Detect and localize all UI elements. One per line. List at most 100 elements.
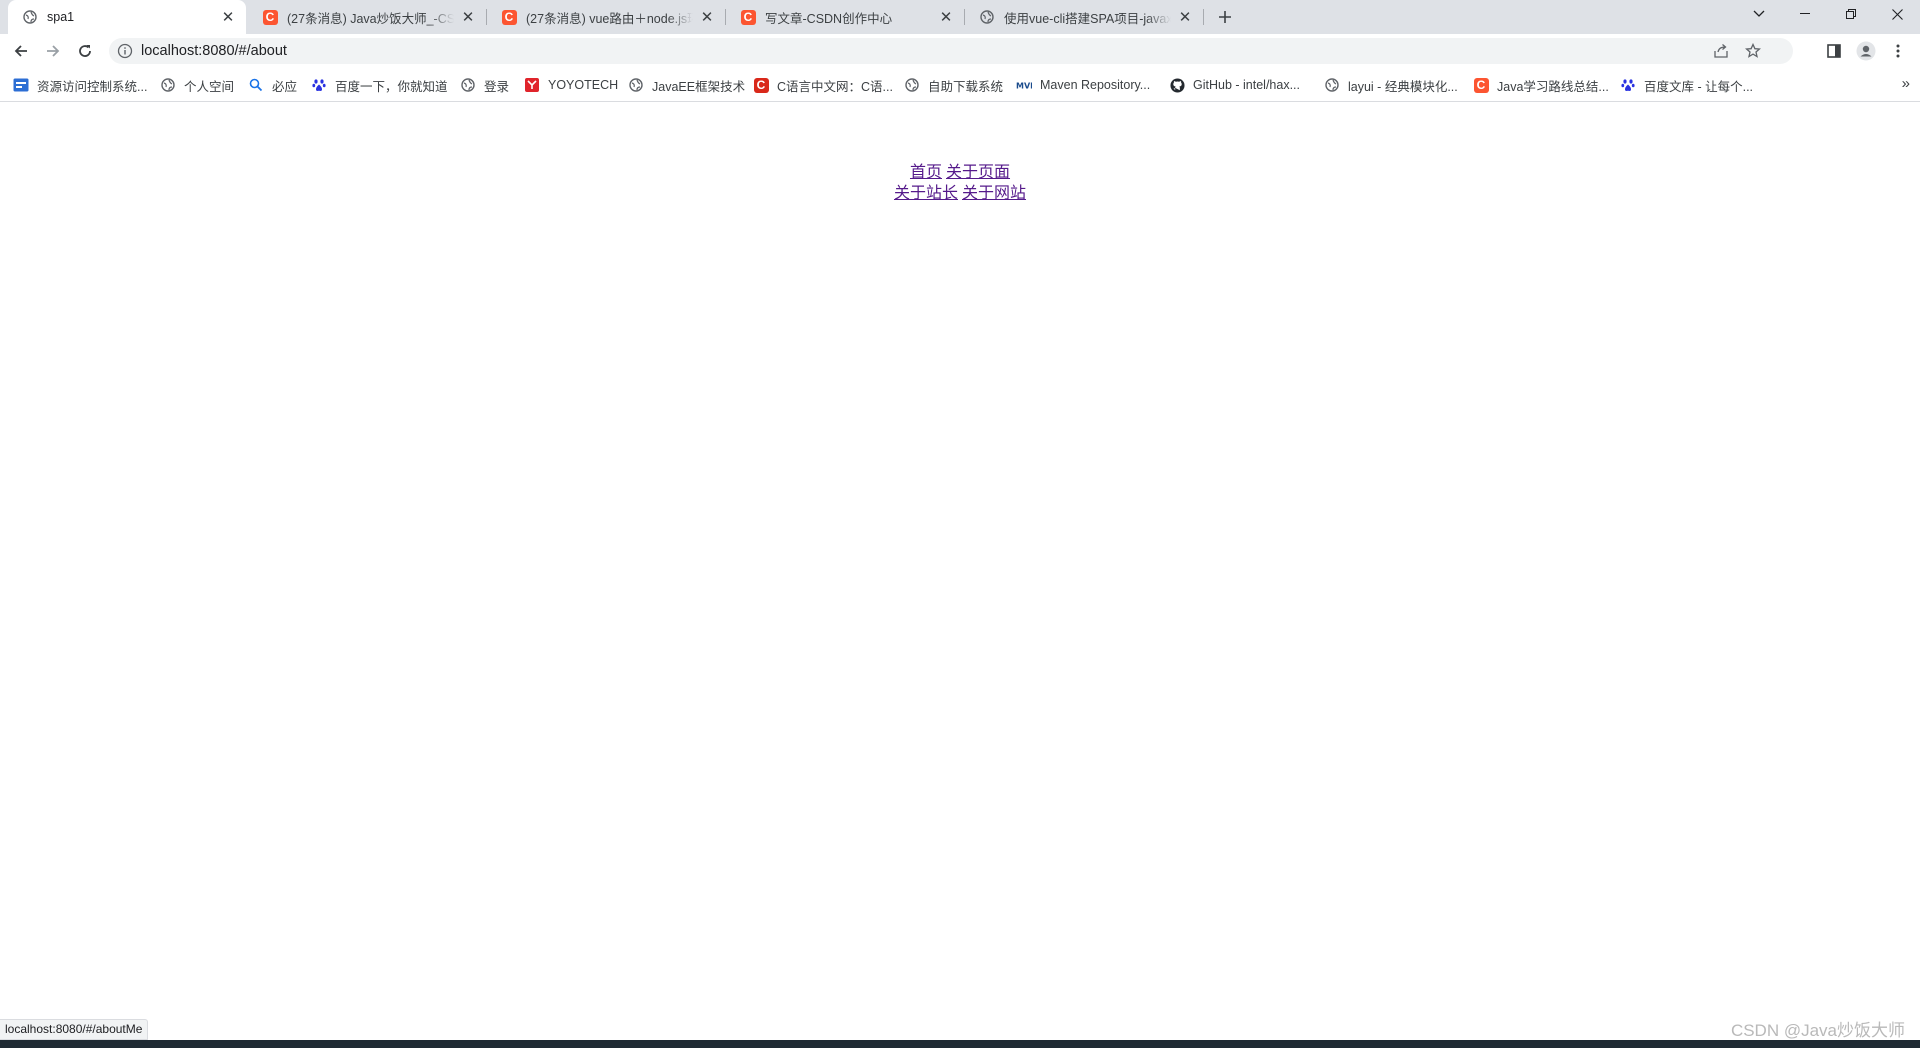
globe-icon: [460, 77, 476, 93]
tab-vue-cli-spa[interactable]: 使用vue-cli搭建SPA项目-javaxl ✕: [965, 0, 1203, 34]
side-panel-icon: [1827, 44, 1841, 58]
baidu-paw-icon: [1620, 77, 1636, 93]
main-nav: 首页 关于页面: [0, 162, 1920, 183]
about-page-link[interactable]: 关于页面: [946, 164, 1010, 181]
chevron-down-icon: [1753, 10, 1765, 17]
bookmark-item[interactable]: layui - 经典模块化...: [1324, 76, 1458, 94]
bookmark-item[interactable]: 资源访问控制系统...: [13, 76, 147, 94]
bookmark-label: GitHub - intel/hax...: [1193, 78, 1300, 92]
bookmark-label: C语言中文网：C语...: [777, 79, 893, 94]
tab-separator: [1203, 9, 1204, 25]
maven-icon: MVN: [1016, 77, 1032, 93]
minimize-button[interactable]: [1782, 0, 1828, 28]
bookmark-label: 必应: [272, 79, 298, 94]
close-icon[interactable]: ✕: [220, 9, 236, 26]
bookmark-label: 个人空间: [184, 79, 235, 94]
arrow-left-icon: [14, 45, 27, 57]
bookmark-item[interactable]: JavaEE框架技术: [628, 76, 745, 94]
about-me-link[interactable]: 关于站长: [894, 185, 958, 202]
restore-icon: [1846, 9, 1856, 19]
side-panel-button[interactable]: [1820, 37, 1848, 65]
tab-csdn-write[interactable]: C 写文章-CSDN创作中心 ✕: [726, 0, 964, 34]
close-window-button[interactable]: [1874, 0, 1920, 28]
reload-button[interactable]: [71, 37, 99, 65]
csdn-icon: C: [262, 9, 278, 25]
svg-text:MVN: MVN: [1016, 82, 1032, 91]
bookmark-label: 百度一下，你就知道: [335, 79, 448, 94]
tab-title: 写文章-CSDN创作中心: [765, 11, 893, 26]
bookmarks-bar: 资源访问控制系统... 个人空间 必应 百度一下，你就知道 登录 YOYOTEC…: [0, 68, 1920, 102]
avatar-icon: [1856, 41, 1876, 61]
about-subnav: 关于站长 关于网站: [0, 183, 1920, 204]
profile-button[interactable]: [1852, 37, 1880, 65]
bookmark-label: 自助下载系统: [928, 79, 1004, 94]
bookmark-item[interactable]: C Java学习路线总结...: [1473, 76, 1609, 94]
csdn-icon: C: [1473, 77, 1489, 93]
globe-icon: [904, 77, 920, 93]
baidu-paw-icon: [311, 77, 327, 93]
globe-icon: [22, 9, 38, 25]
tab-search-button[interactable]: [1736, 0, 1782, 28]
bookmark-item[interactable]: 自助下载系统: [904, 76, 1003, 94]
search-icon: [248, 77, 264, 93]
bookmark-item[interactable]: 必应: [248, 76, 297, 94]
close-icon[interactable]: ✕: [1177, 9, 1193, 26]
browser-toolbar: localhost:8080/#/about: [0, 34, 1920, 68]
bookmark-item[interactable]: MVN Maven Repository...: [1016, 76, 1150, 94]
reload-icon: [79, 45, 91, 57]
tab-title: (27条消息) Java炒饭大师_-CSDN: [287, 11, 454, 26]
tab-csdn-profile[interactable]: C (27条消息) Java炒饭大师_-CSDN ✕: [248, 0, 486, 34]
arrow-right-icon: [47, 45, 60, 57]
plus-icon: [1219, 11, 1231, 23]
bookmark-item[interactable]: GitHub - intel/hax...: [1169, 76, 1300, 94]
bookmark-label: 资源访问控制系统...: [37, 79, 148, 94]
new-tab-button[interactable]: [1212, 5, 1238, 29]
back-button[interactable]: [7, 37, 35, 65]
bookmark-item[interactable]: 登录: [460, 76, 509, 94]
forward-button[interactable]: [39, 37, 67, 65]
status-bar-url: localhost:8080/#/aboutMe: [0, 1019, 149, 1040]
yoyotech-icon: [524, 77, 540, 93]
minimize-icon: [1800, 13, 1810, 14]
csdn-icon: C: [501, 9, 517, 25]
tab-spa1[interactable]: spa1 ✕: [8, 0, 246, 34]
bookmark-label: JavaEE框架技术: [652, 79, 746, 94]
close-icon[interactable]: ✕: [938, 9, 954, 26]
bookmark-item[interactable]: YOYOTECH: [524, 76, 618, 94]
info-icon[interactable]: [117, 43, 133, 59]
share-icon[interactable]: [1713, 43, 1729, 59]
bookmark-label: layui - 经典模块化...: [1348, 79, 1458, 94]
menu-button[interactable]: [1884, 37, 1912, 65]
bookmark-item[interactable]: C C语言中文网：C语...: [753, 76, 893, 94]
address-url[interactable]: localhost:8080/#/about: [141, 38, 287, 64]
address-bar[interactable]: localhost:8080/#/about: [109, 38, 1793, 64]
page-content: 首页 关于页面 关于站长 关于网站: [0, 102, 1920, 204]
restore-button[interactable]: [1828, 0, 1874, 28]
globe-icon: [628, 77, 644, 93]
kebab-menu-icon: [1896, 44, 1900, 58]
tab-title: 使用vue-cli搭建SPA项目-javaxl: [1004, 11, 1171, 26]
star-icon[interactable]: [1745, 42, 1761, 59]
bookmark-item[interactable]: 百度一下，你就知道: [311, 76, 448, 94]
bookmark-item[interactable]: 个人空间: [160, 76, 234, 94]
about-site-link[interactable]: 关于网站: [962, 185, 1026, 202]
close-icon[interactable]: ✕: [699, 9, 715, 26]
bookmark-label: 登录: [484, 79, 510, 94]
home-link[interactable]: 首页: [910, 164, 942, 181]
tab-strip: spa1 ✕ C (27条消息) Java炒饭大师_-CSDN ✕ C (27条…: [0, 0, 1920, 34]
bookmark-label: Maven Repository...: [1040, 78, 1151, 92]
tab-csdn-vue-router[interactable]: C (27条消息) vue路由＋node.js环 ✕: [487, 0, 725, 34]
chevron-double-right-icon[interactable]: »: [1902, 75, 1910, 92]
close-icon[interactable]: ✕: [460, 9, 476, 26]
system-icon: [13, 77, 29, 93]
c-lang-icon: C: [753, 77, 769, 93]
tab-title: (27条消息) vue路由＋node.js环: [526, 11, 693, 26]
watermark: CSDN @Java炒饭大师: [1730, 1021, 1905, 1040]
globe-icon: [1324, 77, 1340, 93]
bookmark-label: 百度文库 - 让每个...: [1644, 79, 1754, 94]
github-icon: [1169, 77, 1185, 93]
tab-title: spa1: [47, 10, 75, 24]
globe-icon: [160, 77, 176, 93]
bookmark-item[interactable]: 百度文库 - 让每个...: [1620, 76, 1753, 94]
